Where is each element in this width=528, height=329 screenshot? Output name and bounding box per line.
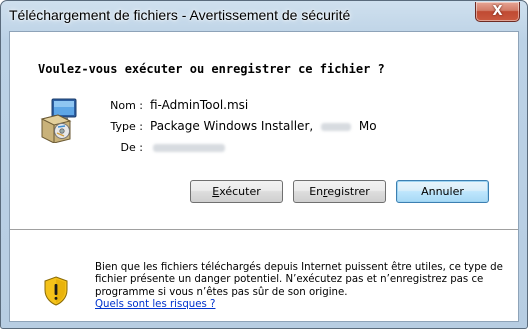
from-label: De : (120, 141, 143, 154)
warning-message: Bien que les fichiers téléchargés depuis… (95, 262, 503, 298)
name-label: Nom : (110, 99, 143, 112)
save-button-label: Enregistrer (309, 185, 370, 198)
risks-link[interactable]: Quels sont les risques ? (95, 299, 215, 310)
dialog-body: Voulez-vous exécuter ou enregistrer ce f… (9, 31, 519, 322)
size-unit: Mo (358, 119, 377, 133)
run-button-label: Exécuter (212, 185, 261, 198)
security-warning-text: Bien que les fichiers téléchargés depuis… (95, 262, 515, 311)
dialog-question: Voulez-vous exécuter ou enregistrer ce f… (38, 62, 385, 76)
cancel-button-label: Annuler (421, 185, 464, 198)
save-button[interactable]: Enregistrer (293, 180, 386, 203)
type-label: Type : (110, 120, 143, 133)
section-divider (10, 229, 518, 230)
type-value: Package Windows Installer, (150, 119, 314, 133)
window-title: Téléchargement de fichiers - Avertisseme… (9, 7, 351, 23)
title-bar[interactable]: Téléchargement de fichiers - Avertisseme… (1, 1, 527, 31)
name-value: fi-AdminTool.msi (150, 98, 249, 112)
close-button[interactable]: X (475, 2, 520, 22)
file-size-redacted (321, 122, 352, 131)
dialog-window: Téléchargement de fichiers - Avertisseme… (0, 0, 528, 329)
source-redacted (153, 144, 225, 152)
close-icon: X (492, 4, 503, 19)
cancel-button[interactable]: Annuler (396, 180, 489, 203)
shield-warning-icon (44, 276, 68, 306)
windows-installer-package-icon (40, 98, 77, 143)
run-button[interactable]: Exécuter (190, 180, 283, 203)
type-value-row: Package Windows Installer, Mo (150, 119, 377, 133)
